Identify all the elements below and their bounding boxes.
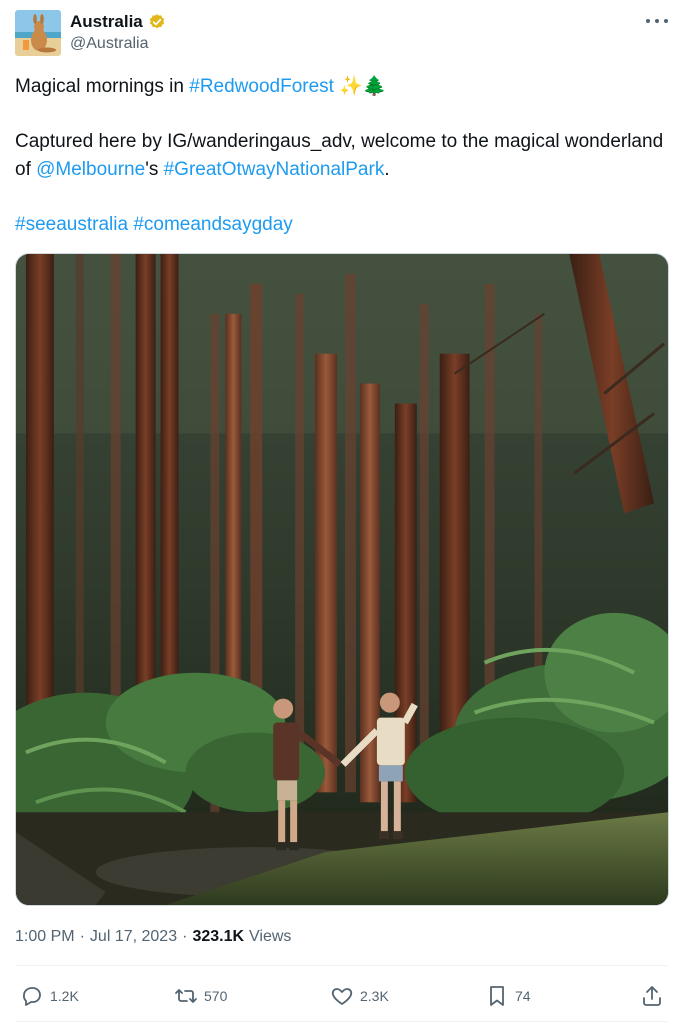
like-count: 2.3K (360, 988, 389, 1004)
tweet-meta: 1:00 PM · Jul 17, 2023 · 323.1K Views (15, 928, 291, 946)
hashtag-comeandsaygday-link[interactable]: #comeandsaygday (133, 214, 293, 235)
meta-separator: · (182, 928, 188, 945)
share-icon (643, 986, 661, 1006)
emoji-sparkles-tree: ✨🌲 (339, 76, 387, 97)
redwood-forest-photo (16, 254, 668, 905)
like-button[interactable]: 2.3K (330, 980, 389, 1012)
repost-button[interactable]: 570 (174, 980, 227, 1012)
tweet-paragraph-2: Captured here by IG/wanderingaus_adv, we… (15, 128, 670, 184)
repost-count: 570 (204, 988, 228, 1004)
hashtag-seeaustralia-link[interactable]: #seeaustralia (15, 214, 128, 235)
views-label: Views (249, 928, 292, 945)
reply-button[interactable]: 1.2K (20, 980, 79, 1012)
meta-separator: · (79, 928, 85, 945)
views-count: 323.1K (192, 928, 245, 945)
tweet-time[interactable]: 1:00 PM (15, 928, 75, 946)
tweet-line-1: Magical mornings in #RedwoodForest ✨🌲 (15, 73, 670, 101)
share-button[interactable] (640, 980, 664, 1012)
heart-icon (331, 988, 353, 1005)
tweet-photo[interactable] (15, 253, 669, 906)
display-name[interactable]: Australia (70, 12, 166, 32)
reply-icon (23, 987, 41, 1006)
hashtag-greatotwaynationalpark-link[interactable]: #GreatOtwayNationalPark (164, 159, 385, 180)
tweet-text-segment: Magical mornings in (15, 76, 190, 97)
tweet-header: Australia @Australia (0, 0, 682, 66)
tweet-text-segment: . (384, 159, 390, 180)
bookmark-button[interactable]: 74 (485, 980, 531, 1012)
verified-badge-icon[interactable] (148, 13, 166, 31)
kangaroo-avatar-image (15, 10, 61, 56)
avatar[interactable] (15, 10, 61, 56)
mention-melbourne-link[interactable]: @Melbourne (36, 159, 145, 180)
tweet-text: Magical mornings in #RedwoodForest ✨🌲 Ca… (15, 73, 670, 239)
divider (15, 1021, 667, 1022)
action-bar: 1.2K 570 2.3K 74 (0, 980, 682, 1012)
more-icon[interactable] (646, 12, 668, 30)
repost-icon (175, 989, 197, 1003)
bookmark-count: 74 (515, 988, 531, 1004)
user-handle[interactable]: @Australia (70, 35, 149, 53)
divider (15, 965, 667, 966)
hashtag-redwoodforest-link[interactable]: #RedwoodForest (189, 76, 334, 97)
display-name-text[interactable]: Australia (70, 12, 143, 32)
tweet-date[interactable]: Jul 17, 2023 (90, 928, 177, 946)
tweet-text-segment: 's (145, 159, 164, 180)
reply-count: 1.2K (50, 988, 79, 1004)
bookmark-icon (490, 986, 504, 1006)
tweet-hashtags: #seeaustralia #comeandsaygday (15, 211, 670, 239)
